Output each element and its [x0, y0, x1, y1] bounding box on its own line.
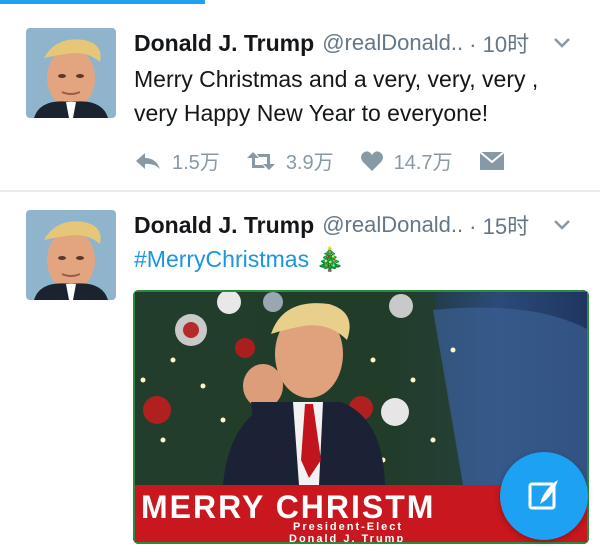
author-name[interactable]: Donald J. Trump	[134, 212, 314, 239]
avatar[interactable]	[26, 28, 116, 118]
tweet-divider	[0, 190, 600, 192]
tweet-time: · 10时	[469, 32, 530, 57]
chevron-down-icon[interactable]	[550, 212, 574, 236]
tweet-header: Donald J. Trump @realDonald.. · 10时	[134, 26, 590, 60]
tab-indicator	[0, 0, 205, 4]
compose-icon	[528, 480, 558, 510]
tweet-actions: 1.5万 3.9万 14.7万	[134, 146, 541, 175]
reply-button[interactable]: 1.5万	[134, 146, 220, 175]
hashtag-link[interactable]: #MerryChristmas 🎄	[134, 242, 588, 276]
avatar[interactable]	[26, 210, 116, 300]
author-name[interactable]: Donald J. Trump	[134, 30, 314, 57]
retweet-button[interactable]: 3.9万	[246, 146, 334, 175]
reply-icon	[136, 152, 160, 169]
chevron-down-icon[interactable]	[550, 30, 574, 54]
author-handle[interactable]: @realDonald..	[322, 30, 463, 56]
reply-count: 1.5万	[172, 152, 220, 174]
like-button[interactable]: 14.7万	[360, 146, 453, 175]
author-handle[interactable]: @realDonald..	[322, 212, 463, 238]
like-count: 14.7万	[393, 152, 453, 174]
direct-message-button[interactable]	[478, 150, 515, 171]
retweet-icon	[246, 151, 275, 170]
banner-title: MERRY CHRISTM	[141, 489, 435, 525]
compose-tweet-button[interactable]	[500, 452, 588, 540]
tweet-time: · 15时	[469, 214, 530, 239]
tweet-header: Donald J. Trump @realDonald.. · 15时	[134, 208, 590, 242]
retweet-count: 3.9万	[285, 152, 334, 174]
banner-subtitle-1: President-Elect	[293, 521, 403, 533]
heart-icon	[360, 150, 383, 171]
envelope-icon	[478, 150, 505, 170]
tweet-text: Merry Christmas and a very, very, very ,…	[134, 66, 539, 126]
tweet[interactable]: Donald J. Trump @realDonald.. · 10时 Merr…	[0, 6, 600, 190]
